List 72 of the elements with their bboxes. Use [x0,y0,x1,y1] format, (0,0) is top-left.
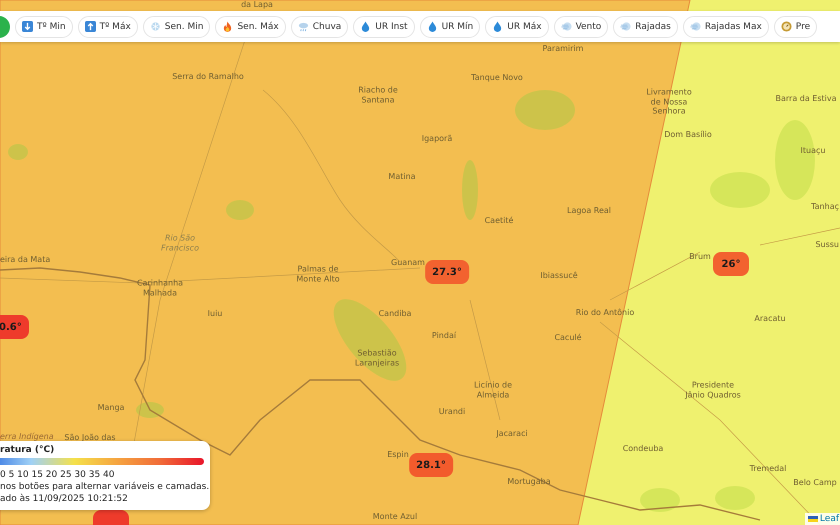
place-label: Sebastião Laranjeiras [354,348,400,368]
layer-button[interactable]: Sen. Máx [215,16,286,38]
place-label: Guanam [391,258,425,268]
layer-button[interactable]: Sen. Min [142,16,210,38]
place-label: erra Indígena [0,432,54,442]
place-label: eira da Mata [0,255,50,265]
wind-icon [620,21,632,32]
place-label: Presidente Jânio Quadros [685,380,741,400]
layer-button[interactable]: Rajadas [613,16,678,38]
place-label: Tanhaç [811,202,839,212]
place-label: Jacaraci [496,429,528,439]
water-drop-icon [360,21,372,32]
flag-icon [808,516,818,522]
flame-icon [222,21,234,32]
gauge-icon [780,21,792,32]
place-label: Rio do Antônio [576,308,634,318]
place-label: Rio São Francisco [161,233,199,253]
place-label: Dom Basílio [664,130,712,140]
place-label: Tanque Novo [471,73,523,83]
place-label: Iuiu [208,309,222,319]
place-label: Igaporã [422,134,452,144]
place-label: Paramirim [542,44,584,54]
place-label: Barra da Estiva [776,94,836,104]
update-time: ado às 11/09/2025 10:21:52 [0,493,128,506]
up-arrow-icon [84,21,96,32]
legend-hint: nos botões para alternar variáveis e camadas. [0,481,210,494]
place-label: Serra do Ramalho [172,72,244,82]
place-label: Licínio de Almeida [474,380,512,400]
down-arrow-icon [22,21,33,32]
place-label: São João das [64,433,116,443]
place-label: Espin [387,450,409,460]
place-label: Caetité [484,216,514,226]
place-label: da Lapa [241,0,273,10]
place-label: Riacho de Santana [358,85,398,105]
layer-button[interactable]: Chuva [290,16,348,38]
place-label: Belo Camp [793,478,837,488]
place-label: Monte Azul [372,512,418,522]
temperature-marker[interactable]: 26° [713,252,749,276]
scale-labels: 0 5 10 15 20 25 30 35 40 [0,469,115,482]
temperature-marker[interactable]: 28.1° [409,453,453,477]
layer-button[interactable]: Rajadas Max [682,16,769,38]
layer-button[interactable]: UR Inst [353,16,415,38]
layer-button[interactable]: Pre [774,16,818,38]
place-label: Ibiassucê [540,271,578,281]
place-label: Brum [689,252,711,262]
place-label: Pindaí [432,331,456,341]
place-label: Condeuba [622,444,664,454]
layer-button[interactable]: Vento [554,16,608,38]
place-label: Lagoa Real [566,206,612,216]
place-label: Ituaçu [800,146,826,156]
place-label: Matina [388,172,416,182]
place-label: Manga [98,403,124,413]
layer-button[interactable]: Tº Máx [78,16,138,38]
layer-button[interactable]: UR Máx [485,16,549,38]
temperature-marker[interactable]: 27.3° [425,260,469,284]
place-label: Palmas de Monte Alto [296,264,340,284]
place-label: Aracatu [754,314,786,324]
wind-icon [560,21,572,32]
place-label: Tremedal [750,464,786,474]
water-drop-icon [426,21,438,32]
snowflake-icon [150,21,161,32]
place-label: Candiba [378,309,412,319]
attribution-link[interactable]: Leaf [804,513,840,525]
layer-button[interactable]: UR Mín [420,16,480,38]
place-label: Caculé [554,333,582,343]
place-label: Urandi [438,407,466,417]
wind-icon [690,21,701,32]
layer-button[interactable]: Tº Min [15,16,73,38]
water-drop-icon [492,21,504,32]
legend-title: ratura (°C) [0,445,56,455]
cloud-rain-icon [298,21,309,32]
place-label: Sussu [815,240,839,250]
